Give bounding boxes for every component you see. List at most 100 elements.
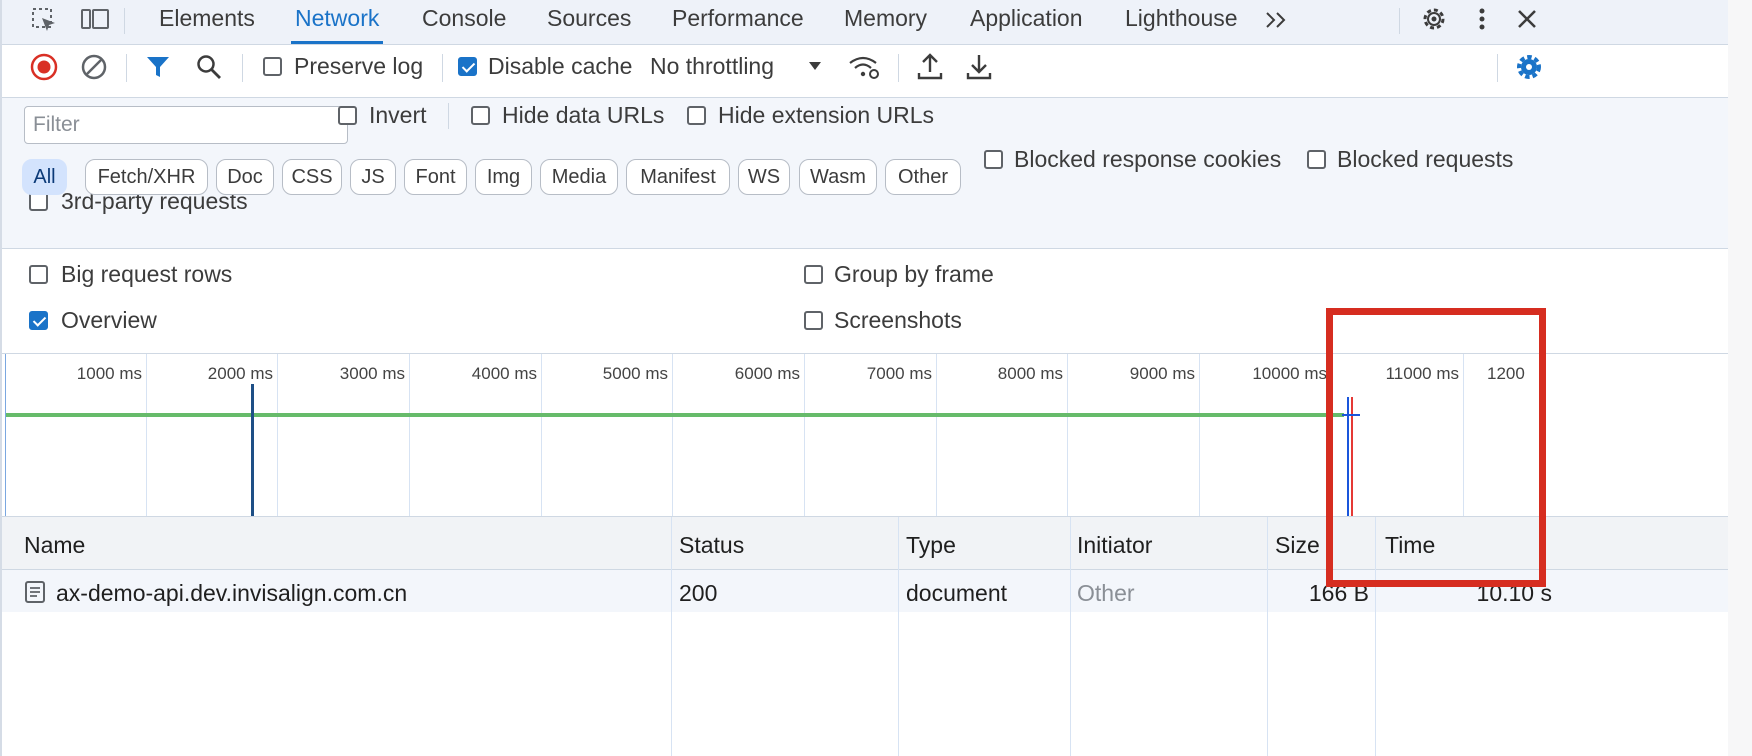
hide-data-urls-checkbox[interactable] xyxy=(471,106,490,125)
tab-application[interactable]: Application xyxy=(970,0,1083,44)
group-by-frame-label: Group by frame xyxy=(834,261,994,287)
timeline-start-marker xyxy=(5,354,6,516)
devtools-panel: Elements Network Console Sources Perform… xyxy=(0,0,1728,756)
throttling-select[interactable]: No throttling xyxy=(650,53,774,80)
hide-extension-urls-checkbox[interactable] xyxy=(687,106,706,125)
toolbar-separator xyxy=(242,54,243,82)
hide-extension-urls-label: Hide extension URLs xyxy=(718,102,935,128)
blocked-requests-checkbox[interactable] xyxy=(1307,150,1326,169)
tab-memory[interactable]: Memory xyxy=(844,0,927,44)
grid-line xyxy=(936,354,937,516)
column-header-initiator[interactable]: Initiator xyxy=(1077,532,1152,559)
tab-performance[interactable]: Performance xyxy=(672,0,804,44)
hide-data-urls-label: Hide data URLs xyxy=(502,102,665,128)
tab-sources[interactable]: Sources xyxy=(547,0,631,44)
tick-label: 1000 ms xyxy=(76,364,142,383)
request-initiator: Other xyxy=(1077,580,1135,606)
toolbar-separator xyxy=(442,54,443,82)
type-filter-media[interactable]: Media xyxy=(540,159,618,195)
grid-line xyxy=(804,354,805,516)
preserve-log-label: Preserve log xyxy=(294,53,424,79)
filter-separator xyxy=(448,103,449,129)
disable-cache-label: Disable cache xyxy=(488,53,633,79)
document-icon xyxy=(25,581,45,603)
column-header-type[interactable]: Type xyxy=(906,532,956,559)
big-request-rows-label: Big request rows xyxy=(61,261,233,287)
inspect-element-icon[interactable] xyxy=(30,6,58,34)
type-filter-js[interactable]: JS xyxy=(350,159,396,195)
type-filter-all[interactable]: All xyxy=(22,159,67,195)
chevron-down-icon[interactable] xyxy=(808,60,822,72)
network-settings-gear-icon[interactable] xyxy=(1514,52,1544,82)
invert-checkbox[interactable] xyxy=(338,106,357,125)
kebab-menu-icon[interactable] xyxy=(1472,5,1492,33)
record-stop-icon[interactable] xyxy=(29,52,59,82)
type-filter-doc[interactable]: Doc xyxy=(216,159,274,195)
tick-label: 7000 ms xyxy=(866,364,932,383)
blocked-response-cookies-checkbox[interactable] xyxy=(984,150,1003,169)
type-filter-manifest[interactable]: Manifest xyxy=(626,159,730,195)
overview-checkbox[interactable] xyxy=(29,311,48,330)
toolbar-separator xyxy=(898,54,899,82)
devtools-tab-bar: Elements Network Console Sources Perform… xyxy=(2,0,1728,45)
filter-icon[interactable] xyxy=(145,54,171,80)
invert-label: Invert xyxy=(369,102,427,128)
type-filter-wasm[interactable]: Wasm xyxy=(799,159,877,195)
disable-cache-checkbox[interactable] xyxy=(458,57,477,76)
dom-content-loaded-marker xyxy=(251,384,254,516)
column-header-name[interactable]: Name xyxy=(24,532,85,559)
tab-console[interactable]: Console xyxy=(422,0,506,44)
network-conditions-icon[interactable] xyxy=(847,54,881,82)
close-icon[interactable] xyxy=(1514,6,1540,32)
tick-label: 4000 ms xyxy=(471,364,537,383)
export-har-icon[interactable] xyxy=(965,52,993,82)
tick-label: 6000 ms xyxy=(734,364,800,383)
column-divider[interactable] xyxy=(1070,517,1071,756)
screenshots-label: Screenshots xyxy=(834,307,962,333)
type-filter-css[interactable]: CSS xyxy=(282,159,342,195)
grid-line xyxy=(409,354,410,516)
network-toolbar: Preserve log Disable cache No throttling xyxy=(2,45,1728,98)
group-by-frame-checkbox[interactable] xyxy=(804,265,823,284)
import-har-icon[interactable] xyxy=(916,52,944,82)
grid-line xyxy=(146,354,147,516)
tab-lighthouse[interactable]: Lighthouse xyxy=(1125,0,1238,44)
search-icon[interactable] xyxy=(195,53,223,81)
screenshots-checkbox[interactable] xyxy=(804,311,823,330)
type-filter-fetch-xhr[interactable]: Fetch/XHR xyxy=(85,159,208,195)
type-filter-img[interactable]: Img xyxy=(475,159,532,195)
tab-network[interactable]: Network xyxy=(290,0,384,44)
tab-separator-right xyxy=(1399,8,1400,34)
filter-input[interactable] xyxy=(24,106,348,144)
big-request-rows-checkbox[interactable] xyxy=(29,265,48,284)
preserve-log-checkbox[interactable] xyxy=(263,57,282,76)
right-edge-strip xyxy=(1728,0,1752,756)
request-timing-bar xyxy=(6,413,1345,417)
column-divider[interactable] xyxy=(671,517,672,756)
column-header-size[interactable]: Size xyxy=(1275,532,1320,559)
type-filter-other[interactable]: Other xyxy=(885,159,961,195)
tab-elements[interactable]: Elements xyxy=(159,0,255,44)
clear-icon[interactable] xyxy=(79,52,109,82)
grid-line xyxy=(672,354,673,516)
request-name[interactable]: ax-demo-api.dev.invisalign.com.cn xyxy=(56,580,407,607)
grid-line xyxy=(541,354,542,516)
settings-gear-icon[interactable] xyxy=(1420,5,1448,33)
column-divider[interactable] xyxy=(898,517,899,756)
tick-label: 3000 ms xyxy=(339,364,405,383)
column-divider[interactable] xyxy=(1267,517,1268,756)
grid-line xyxy=(277,354,278,516)
column-header-status[interactable]: Status xyxy=(679,532,744,559)
device-toolbar-icon[interactable] xyxy=(80,6,110,34)
tick-label: 9000 ms xyxy=(1129,364,1195,383)
request-status: 200 xyxy=(679,580,718,606)
blocked-requests-label: Blocked requests xyxy=(1337,146,1514,172)
toolbar-separator xyxy=(1497,54,1498,82)
tick-label: 5000 ms xyxy=(602,364,668,383)
overview-label: Overview xyxy=(61,307,157,333)
tick-label: 2000 ms xyxy=(207,364,273,383)
more-tabs-icon[interactable] xyxy=(1264,9,1290,31)
type-filter-font[interactable]: Font xyxy=(404,159,467,195)
tick-label: 8000 ms xyxy=(997,364,1063,383)
type-filter-ws[interactable]: WS xyxy=(738,159,790,195)
